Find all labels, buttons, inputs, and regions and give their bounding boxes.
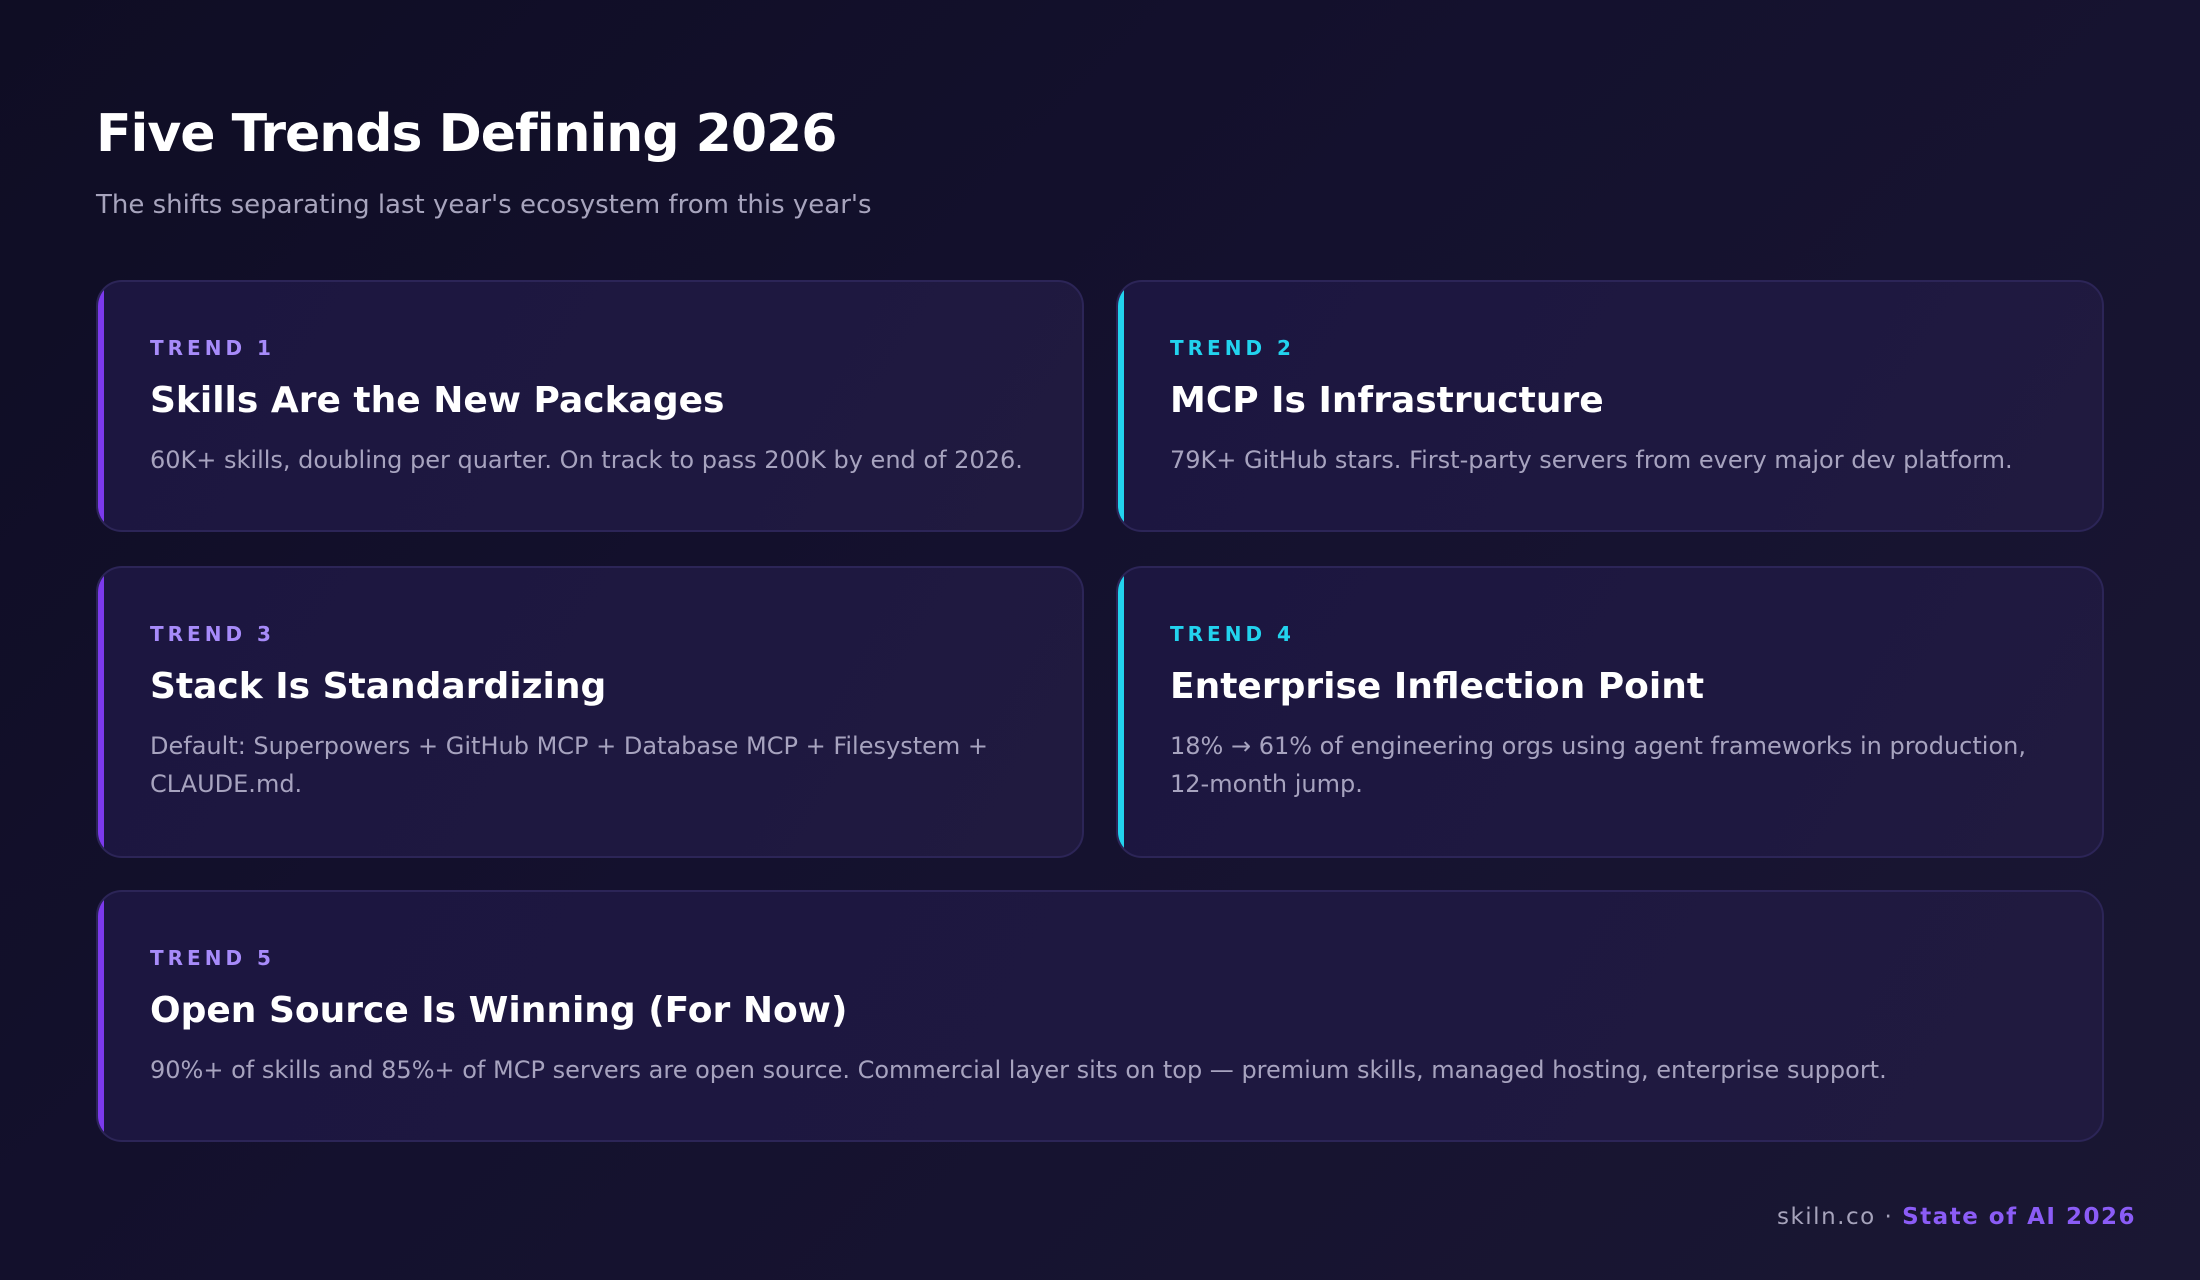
trend-card-1: TREND 1 Skills Are the New Packages 60K+… [96,280,1084,532]
trend-description: Default: Superpowers + GitHub MCP + Data… [150,732,988,798]
trend-title: Open Source Is Winning (For Now) [150,990,848,1031]
trend-label: TREND 5 [150,946,275,970]
footer: skiln.co · State of AI 2026 [1777,1204,2136,1230]
trend-title: Stack Is Standardizing [150,666,607,707]
trend-title: MCP Is Infrastructure [1170,380,1604,421]
trend-description: 60K+ skills, doubling per quarter. On tr… [150,446,1023,474]
trend-description: 18% → 61% of engineering orgs using agen… [1170,732,2026,798]
trend-card-5: TREND 5 Open Source Is Winning (For Now)… [96,890,2104,1142]
trend-card-3: TREND 3 Stack Is Standardizing Default: … [96,566,1084,858]
trend-title: Enterprise Inflection Point [1170,666,1705,707]
page: Five Trends Defining 2026 The shifts sep… [96,0,2104,1280]
trend-card-4: TREND 4 Enterprise Inflection Point 18% … [1116,566,2104,858]
footer-separator: · [1875,1204,1903,1230]
page-subtitle: The shifts separating last year's ecosys… [96,190,872,220]
footer-brand: State of AI 2026 [1902,1204,2136,1230]
trend-description: 79K+ GitHub stars. First-party servers f… [1170,446,2013,474]
page-title: Five Trends Defining 2026 [96,104,837,164]
trend-label: TREND 3 [150,622,275,646]
trend-label: TREND 2 [1170,336,1295,360]
trend-card-2: TREND 2 MCP Is Infrastructure 79K+ GitHu… [1116,280,2104,532]
trend-description: 90%+ of skills and 85%+ of MCP servers a… [150,1056,1887,1084]
trend-label: TREND 4 [1170,622,1295,646]
footer-site: skiln.co [1776,1204,1876,1230]
trend-label: TREND 1 [150,336,275,360]
trend-title: Skills Are the New Packages [150,380,725,421]
